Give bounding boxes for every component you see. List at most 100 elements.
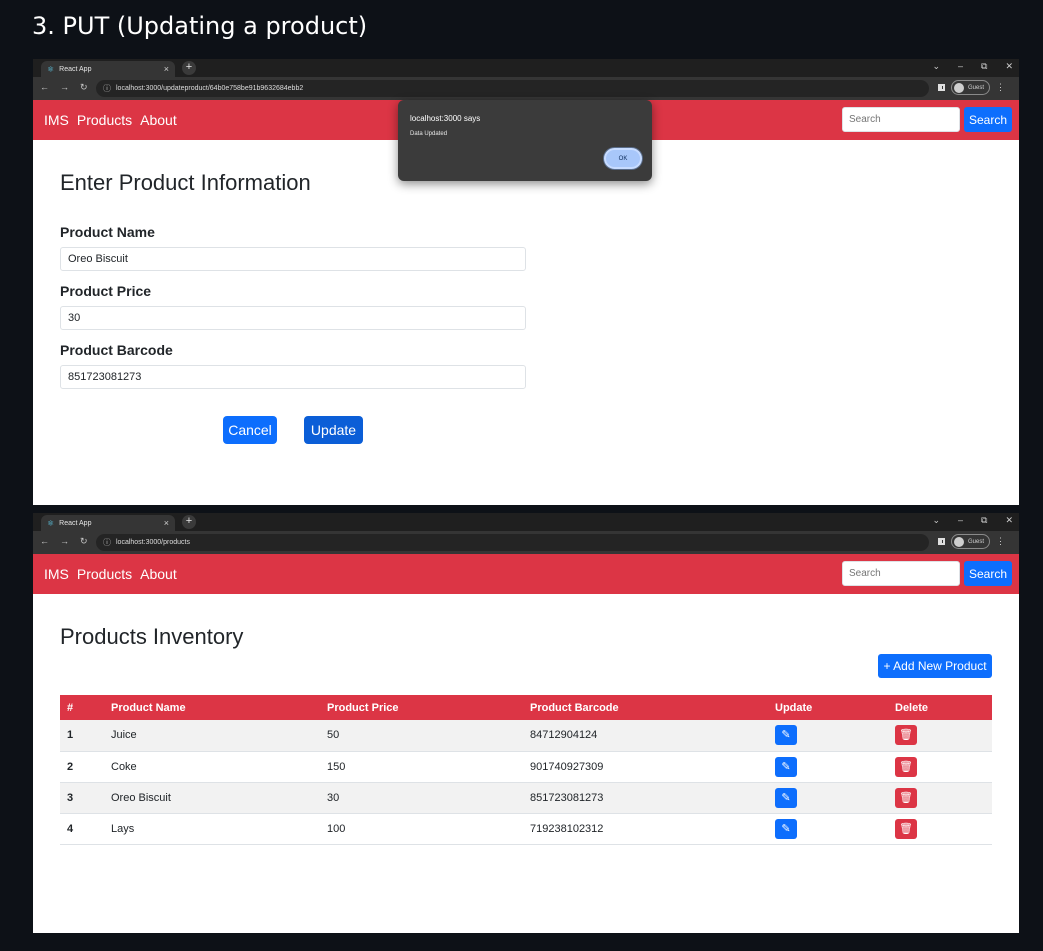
menu-icon[interactable]: ⋮ [996,536,1005,547]
trash-icon[interactable]: 🗑 [895,756,917,777]
menu-icon[interactable]: ⋮ [996,82,1005,93]
browser-window-update: ⚛ React App × + ⌄ – ⧉ ✕ ← → ↻ ⓘ localhos… [33,59,1019,505]
tab-search-icon[interactable]: ⌄ [932,515,940,526]
nav-products[interactable]: Products [77,112,132,128]
table-row: 4 Lays 100 719238102312 ✎ 🗑 [60,813,992,845]
row-delete-cell: 🗑 [888,782,992,814]
side-panel-icon[interactable] [938,538,945,545]
nav-products[interactable]: Products [77,566,132,582]
forward-icon[interactable]: → [60,82,69,93]
site-info-icon[interactable]: ⓘ [103,83,111,94]
close-window-icon[interactable]: ✕ [1005,61,1013,72]
back-icon[interactable]: ← [40,82,49,93]
minimize-icon[interactable]: – [958,515,963,526]
address-bar[interactable]: ⓘ localhost:3000/updateproduct/64b0e758b… [96,80,929,97]
update-button[interactable]: Update [304,416,363,444]
close-window-icon[interactable]: ✕ [1005,515,1013,526]
row-index: 4 [60,813,104,845]
row-delete-cell: 🗑 [888,751,992,783]
trash-icon[interactable]: 🗑 [895,818,917,839]
product-name-input[interactable] [60,247,526,271]
search-input[interactable] [842,561,960,586]
row-product-name: Oreo Biscuit [104,782,320,814]
column-header: Delete [888,695,992,720]
reload-icon[interactable]: ↻ [80,82,88,93]
row-product-price: 30 [320,782,523,814]
column-header: Update [768,695,888,720]
minimize-icon[interactable]: – [958,61,963,72]
avatar-icon [954,82,964,93]
nav-brand[interactable]: IMS [44,112,69,128]
profile-label: Guest [968,538,985,545]
inventory-title: Products Inventory [60,624,244,649]
react-icon: ⚛ [47,518,55,528]
address-bar[interactable]: ⓘ localhost:3000/products [96,534,929,551]
row-product-price: 150 [320,751,523,783]
close-tab-icon[interactable]: × [164,518,169,528]
edit-icon[interactable]: ✎ [775,818,797,839]
profile-button[interactable]: Guest [951,534,991,549]
url-text: localhost:3000/updateproduct/64b0e758be9… [116,85,304,92]
toolbar-right: Guest ⋮ [938,534,1005,549]
side-panel-icon[interactable] [938,84,945,91]
maximize-icon[interactable]: ⧉ [981,61,987,72]
row-index: 1 [60,720,104,752]
browser-tab[interactable]: ⚛ React App × [41,61,175,77]
product-price-input[interactable] [60,306,526,330]
product-barcode-input[interactable] [60,365,526,389]
row-update-cell: ✎ [768,782,888,814]
tab-search-icon[interactable]: ⌄ [932,61,940,72]
edit-icon[interactable]: ✎ [775,787,797,808]
app-navbar: IMS Products About Search [33,554,1019,594]
table-header-row: # Product Name Product Price Product Bar… [60,695,992,720]
url-text: localhost:3000/products [116,539,190,546]
add-product-button[interactable]: + Add New Product [878,654,992,678]
reload-icon[interactable]: ↻ [80,536,88,547]
profile-button[interactable]: Guest [951,80,991,95]
cancel-button[interactable]: Cancel [223,416,277,444]
forward-icon[interactable]: → [60,536,69,547]
row-product-name: Coke [104,751,320,783]
table-row: 1 Juice 50 84712904124 ✎ 🗑 [60,720,992,752]
maximize-icon[interactable]: ⧉ [981,515,987,526]
row-index: 3 [60,782,104,814]
trash-icon[interactable]: 🗑 [895,725,917,746]
search-input[interactable] [842,107,960,132]
form-title: Enter Product Information [60,170,311,195]
react-icon: ⚛ [47,64,55,74]
search-button[interactable]: Search [964,107,1012,132]
site-info-icon[interactable]: ⓘ [103,537,111,548]
row-product-barcode: 901740927309 [523,751,768,783]
row-delete-cell: 🗑 [888,720,992,752]
window-controls: ⌄ – ⧉ ✕ [932,515,1013,526]
nav-about[interactable]: About [140,112,177,128]
row-delete-cell: 🗑 [888,813,992,845]
alert-dialog: localhost:3000 says Data Updated OK [398,100,652,181]
nav-buttons: ← → ↻ [40,536,88,547]
address-bar-row: ← → ↻ ⓘ localhost:3000/products Guest ⋮ [33,531,1019,554]
dialog-ok-button[interactable]: OK [604,148,642,169]
browser-tab[interactable]: ⚛ React App × [41,515,175,531]
dialog-message: Data Updated [410,131,448,137]
close-tab-icon[interactable]: × [164,64,169,74]
nav-about[interactable]: About [140,566,177,582]
nav-brand[interactable]: IMS [44,566,69,582]
column-header: # [60,695,104,720]
product-name-label: Product Name [60,224,155,240]
browser-window-products: ⚛ React App × + ⌄ – ⧉ ✕ ← → ↻ ⓘ localhos… [33,513,1019,933]
page-heading: 3. PUT (Updating a product) [32,12,368,40]
row-product-barcode: 851723081273 [523,782,768,814]
row-index: 2 [60,751,104,783]
edit-icon[interactable]: ✎ [775,756,797,777]
avatar-icon [954,536,964,547]
table-row: 3 Oreo Biscuit 30 851723081273 ✎ 🗑 [60,782,992,814]
new-tab-button[interactable]: + [182,515,196,529]
product-price-label: Product Price [60,283,152,299]
tab-title: React App [59,65,92,73]
search-button[interactable]: Search [964,561,1012,586]
new-tab-button[interactable]: + [182,61,196,75]
back-icon[interactable]: ← [40,536,49,547]
address-bar-row: ← → ↻ ⓘ localhost:3000/updateproduct/64b… [33,77,1019,100]
trash-icon[interactable]: 🗑 [895,787,917,808]
edit-icon[interactable]: ✎ [775,725,797,746]
